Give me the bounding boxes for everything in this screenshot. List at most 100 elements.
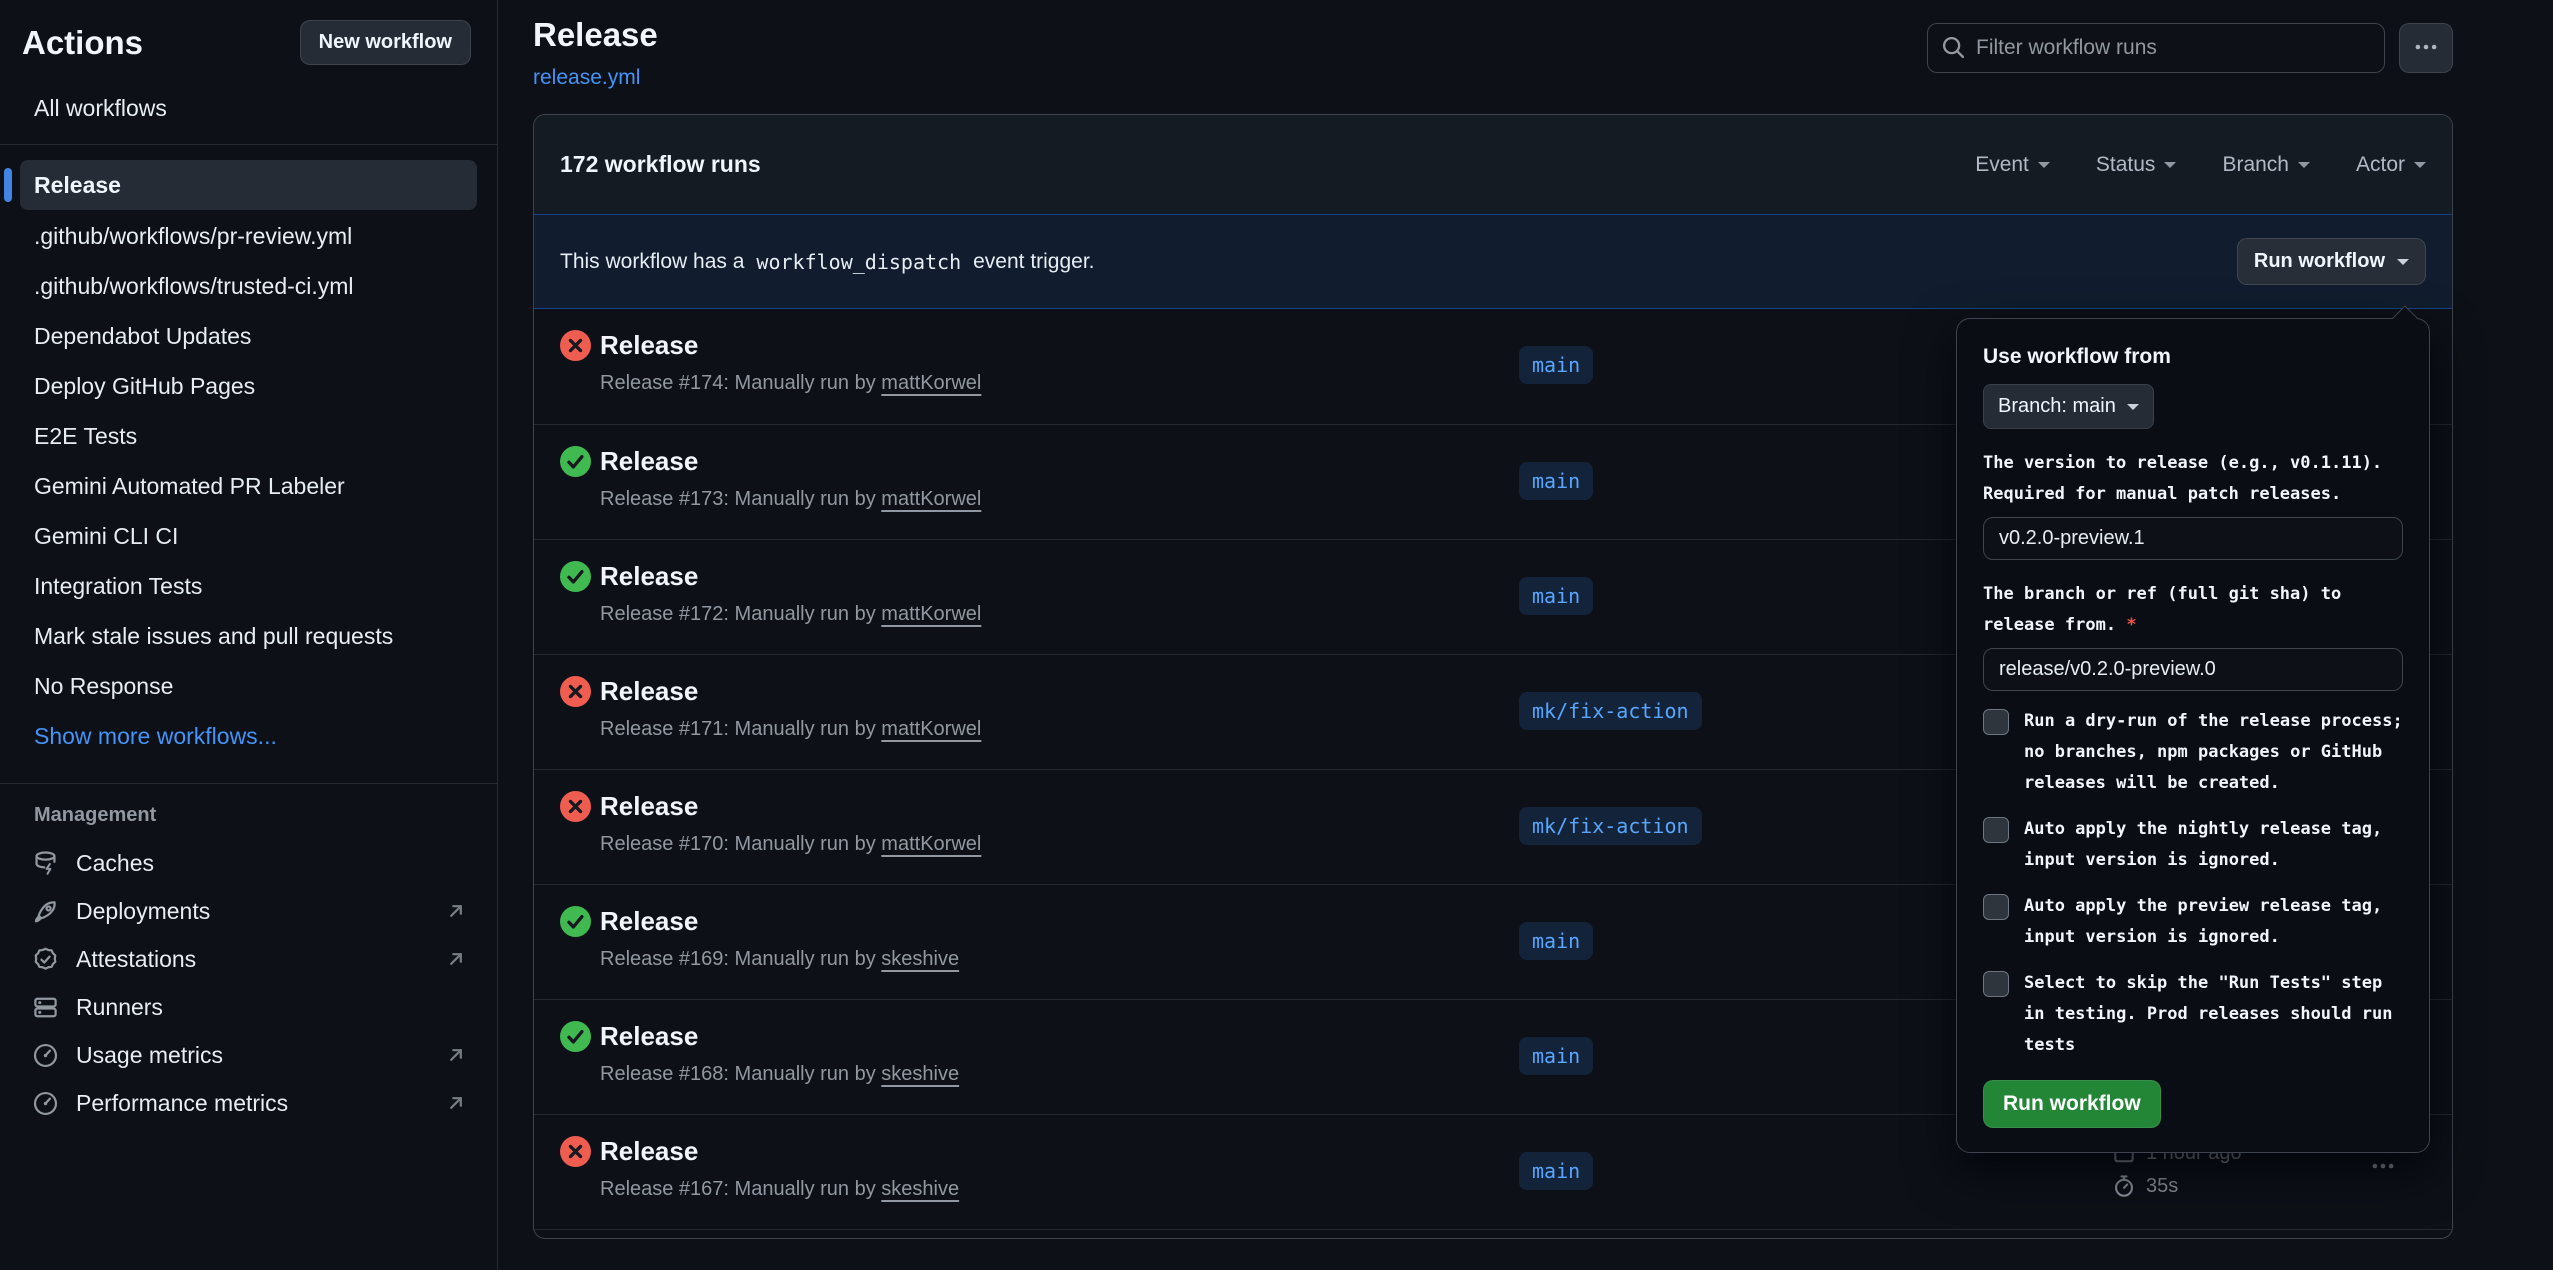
- sidebar-item-gemini-cli-ci[interactable]: Gemini CLI CI: [20, 512, 477, 560]
- run-actor-link[interactable]: mattKorwel: [881, 718, 981, 740]
- workflow-dispatch-banner: This workflow has a workflow_dispatch ev…: [534, 214, 2452, 309]
- sidebar-item-no-response[interactable]: No Response: [20, 662, 477, 710]
- sidebar-item-gemini-automated-pr-labeler[interactable]: Gemini Automated PR Labeler: [20, 462, 477, 510]
- workflow-item-label: Deploy GitHub Pages: [34, 373, 255, 400]
- partial-run-row: [534, 1229, 2452, 1238]
- management-item-caches[interactable]: Caches: [0, 839, 497, 887]
- run-workflow-submit-button[interactable]: Run workflow: [1983, 1080, 2161, 1128]
- sidebar-item-all-workflows[interactable]: All workflows: [0, 95, 497, 122]
- stopwatch-icon: [2112, 1174, 2136, 1198]
- run-actor-link[interactable]: mattKorwel: [881, 833, 981, 855]
- sidebar-item--github-workflows-trusted-ci-yml[interactable]: .github/workflows/trusted-ci.yml: [20, 262, 477, 310]
- sidebar-item-deploy-github-pages[interactable]: Deploy GitHub Pages: [20, 362, 477, 410]
- filter-event[interactable]: Event: [1975, 153, 2050, 177]
- runs-filters: Event Status Branch Actor: [1975, 153, 2426, 177]
- checkbox[interactable]: [1983, 709, 2009, 735]
- run-actor-link[interactable]: skeshive: [881, 1063, 959, 1085]
- status-success-icon: [560, 906, 591, 937]
- run-actor-link[interactable]: skeshive: [881, 1178, 959, 1200]
- run-title-link[interactable]: Release: [600, 1021, 698, 1052]
- panel-checkbox-row: Auto apply the nightly release tag, inpu…: [1983, 814, 2403, 876]
- sidebar-title: Actions: [22, 24, 143, 62]
- management-item-label: Caches: [76, 850, 154, 877]
- actions-sidebar: Actions New workflow All workflows Relea…: [0, 0, 498, 1270]
- sidebar-item-release[interactable]: Release: [20, 160, 477, 210]
- status-success-icon: [560, 561, 591, 592]
- sidebar-item--github-workflows-pr-review-yml[interactable]: .github/workflows/pr-review.yml: [20, 212, 477, 260]
- run-workflow-dropdown-button[interactable]: Run workflow: [2237, 238, 2426, 285]
- chevron-down-icon: [2414, 162, 2426, 174]
- version-input[interactable]: [1983, 517, 2403, 560]
- run-actor-link[interactable]: mattKorwel: [881, 372, 981, 394]
- workflow-file-link[interactable]: release.yml: [533, 66, 640, 90]
- sidebar-item-dependabot-updates[interactable]: Dependabot Updates: [20, 312, 477, 360]
- status-success-icon: [560, 446, 591, 477]
- panel-checkbox-row: Run a dry-run of the release process; no…: [1983, 706, 2403, 799]
- branch-badge[interactable]: mk/fix-action: [1519, 807, 1702, 845]
- sidebar-item-integration-tests[interactable]: Integration Tests: [20, 562, 477, 610]
- branch-badge[interactable]: main: [1519, 346, 1593, 384]
- management-item-runners[interactable]: Runners: [0, 983, 497, 1031]
- branch-badge[interactable]: main: [1519, 1152, 1593, 1190]
- run-actor-link[interactable]: mattKorwel: [881, 603, 981, 625]
- workflow-options-kebab-button[interactable]: [2399, 23, 2453, 73]
- workflow-item-label: Show more workflows...: [34, 723, 277, 750]
- management-item-label: Usage metrics: [76, 1042, 223, 1069]
- run-title-link[interactable]: Release: [600, 906, 698, 937]
- checkbox-label: Auto apply the nightly release tag, inpu…: [2024, 814, 2403, 876]
- run-title-link[interactable]: Release: [600, 561, 698, 592]
- filter-status[interactable]: Status: [2096, 153, 2177, 177]
- run-title-link[interactable]: Release: [600, 791, 698, 822]
- management-item-deployments[interactable]: Deployments: [0, 887, 497, 935]
- ref-input[interactable]: [1983, 648, 2403, 691]
- banner-code: workflow_dispatch: [750, 250, 967, 274]
- filter-workflow-runs-input[interactable]: [1927, 23, 2385, 73]
- run-actor-link[interactable]: mattKorwel: [881, 488, 981, 510]
- panel-checkbox-row: Auto apply the preview release tag, inpu…: [1983, 891, 2403, 953]
- checkbox[interactable]: [1983, 817, 2009, 843]
- sidebar-item-e2e-tests[interactable]: E2E Tests: [20, 412, 477, 460]
- management-item-label: Runners: [76, 994, 163, 1021]
- run-kebab-button[interactable]: [2370, 1153, 2396, 1182]
- workflow-list: Release .github/workflows/pr-review.yml …: [0, 159, 497, 761]
- banner-text: This workflow has a workflow_dispatch ev…: [560, 250, 1095, 274]
- branch-badge[interactable]: mk/fix-action: [1519, 692, 1702, 730]
- checkbox[interactable]: [1983, 894, 2009, 920]
- checkbox[interactable]: [1983, 971, 2009, 997]
- page-title: Release: [533, 16, 658, 54]
- external-link-icon: [445, 948, 467, 970]
- sidebar-show-more-workflows[interactable]: Show more workflows...: [20, 712, 477, 760]
- new-workflow-button[interactable]: New workflow: [300, 20, 471, 65]
- management-item-performance-metrics[interactable]: Performance metrics: [0, 1079, 497, 1127]
- checkbox-label: Run a dry-run of the release process; no…: [2024, 706, 2403, 799]
- run-title-link[interactable]: Release: [600, 330, 698, 361]
- branch-selector-button[interactable]: Branch: main: [1983, 384, 2154, 429]
- external-link-icon: [445, 900, 467, 922]
- runs-list-header: 172 workflow runs EventStatusBranchActor: [534, 115, 2452, 214]
- status-failure-icon: [560, 1136, 591, 1167]
- selected-indicator-bar: [4, 168, 12, 202]
- management-item-usage-metrics[interactable]: Usage metrics: [0, 1031, 497, 1079]
- run-title-link[interactable]: Release: [600, 676, 698, 707]
- management-item-label: Attestations: [76, 946, 196, 973]
- sidebar-divider: [0, 783, 497, 784]
- run-actor-link[interactable]: skeshive: [881, 948, 959, 970]
- branch-badge[interactable]: main: [1519, 1037, 1593, 1075]
- meter-icon: [32, 1042, 59, 1069]
- workflow-item-label: No Response: [34, 673, 173, 700]
- sidebar-item-mark-stale-issues-and-pull-requests[interactable]: Mark stale issues and pull requests: [20, 612, 477, 660]
- management-list: Caches Deployments Attestations Runners …: [0, 839, 497, 1127]
- ref-input-label: The branch or ref (full git sha) to rele…: [1983, 579, 2403, 641]
- status-success-icon: [560, 1021, 591, 1052]
- workflow-item-label: .github/workflows/trusted-ci.yml: [34, 273, 354, 300]
- run-title-link[interactable]: Release: [600, 1136, 698, 1167]
- checkbox-label: Select to skip the "Run Tests" step in t…: [2024, 968, 2403, 1061]
- branch-badge[interactable]: main: [1519, 577, 1593, 615]
- branch-badge[interactable]: main: [1519, 922, 1593, 960]
- filter-actor[interactable]: Actor: [2356, 153, 2426, 177]
- management-item-attestations[interactable]: Attestations: [0, 935, 497, 983]
- filter-branch[interactable]: Branch: [2222, 153, 2310, 177]
- branch-badge[interactable]: main: [1519, 462, 1593, 500]
- run-title-link[interactable]: Release: [600, 446, 698, 477]
- sidebar-divider: [0, 144, 497, 145]
